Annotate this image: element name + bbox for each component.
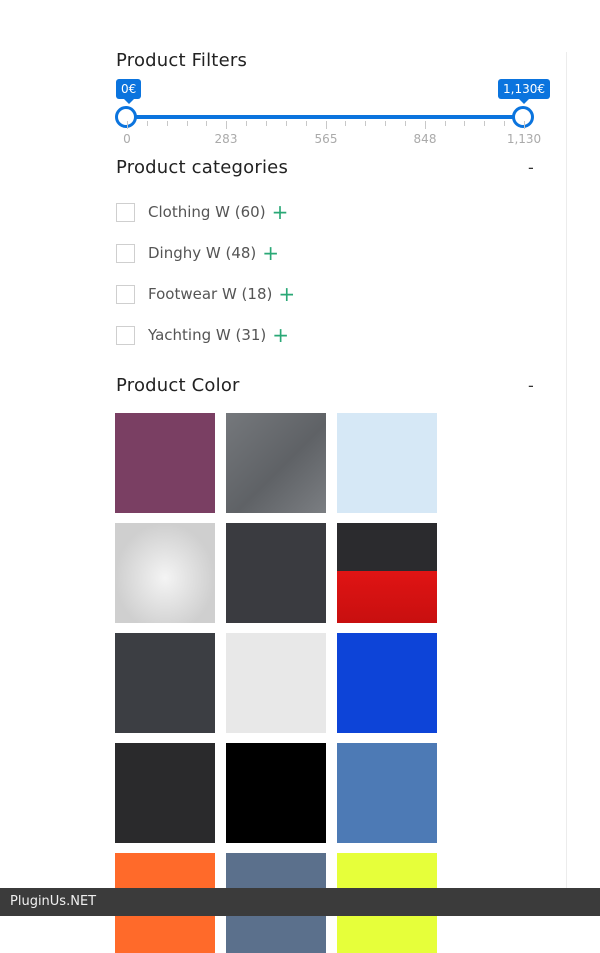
color-swatch[interactable] bbox=[115, 523, 215, 623]
price-tick-label: 1,130 bbox=[506, 132, 542, 146]
color-swatch[interactable] bbox=[226, 633, 326, 733]
color-swatch[interactable] bbox=[115, 413, 215, 513]
slider-tick bbox=[305, 121, 307, 126]
slider-tick bbox=[424, 121, 426, 129]
category-label[interactable]: Footwear W (18) bbox=[148, 285, 272, 303]
category-checkbox[interactable] bbox=[116, 202, 135, 222]
colors-collapse-toggle[interactable]: - bbox=[528, 376, 534, 395]
categories-collapse-toggle[interactable]: - bbox=[528, 158, 534, 177]
price-tick-label: 848 bbox=[413, 132, 437, 146]
color-swatch[interactable] bbox=[337, 413, 437, 513]
category-label[interactable]: Yachting W (31) bbox=[148, 326, 266, 344]
color-swatch[interactable] bbox=[337, 633, 437, 733]
plus-icon[interactable]: + bbox=[272, 325, 289, 345]
color-swatch[interactable] bbox=[226, 523, 326, 623]
category-label[interactable]: Clothing W (60) bbox=[148, 203, 266, 221]
color-swatch[interactable] bbox=[115, 633, 215, 733]
category-label[interactable]: Dinghy W (48) bbox=[148, 244, 256, 262]
slider-tick bbox=[325, 121, 327, 129]
slider-tick bbox=[206, 121, 208, 126]
colors-title: Product Color bbox=[116, 375, 240, 396]
category-checkbox[interactable] bbox=[116, 325, 135, 345]
slider-tick bbox=[127, 121, 128, 129]
slider-tick bbox=[444, 121, 446, 126]
slider-tick bbox=[504, 121, 506, 126]
slider-tick bbox=[385, 121, 387, 126]
slider-tick bbox=[265, 121, 267, 126]
categories-title: Product categories bbox=[116, 157, 289, 178]
plus-icon[interactable]: + bbox=[262, 243, 279, 263]
price-min-tooltip: 0€ bbox=[116, 79, 142, 104]
slider-tick bbox=[345, 121, 347, 126]
color-swatch[interactable] bbox=[115, 743, 215, 843]
category-item: Yachting W (31) + bbox=[116, 324, 289, 346]
slider-tick bbox=[484, 121, 486, 126]
slider-tick bbox=[166, 121, 168, 126]
category-item: Footwear W (18) + bbox=[116, 283, 295, 305]
footer-bar: PluginUs.NET bbox=[0, 888, 600, 916]
price-slider-track[interactable] bbox=[126, 115, 524, 119]
category-item: Clothing W (60) + bbox=[116, 201, 288, 223]
slider-tick bbox=[365, 121, 367, 126]
price-tick-label: 0 bbox=[123, 132, 131, 146]
category-checkbox[interactable] bbox=[116, 243, 135, 263]
color-swatch[interactable] bbox=[337, 743, 437, 843]
color-swatch[interactable] bbox=[226, 743, 326, 843]
plus-icon[interactable]: + bbox=[272, 202, 289, 222]
category-item: Dinghy W (48) + bbox=[116, 242, 279, 264]
price-tick-label: 283 bbox=[214, 132, 238, 146]
price-tick-label: 565 bbox=[314, 132, 338, 146]
price-max-tooltip: 1,130€ bbox=[498, 79, 550, 104]
price-max-handle[interactable] bbox=[512, 106, 534, 128]
color-swatch[interactable] bbox=[337, 523, 437, 623]
slider-tick bbox=[186, 121, 188, 126]
slider-tick bbox=[404, 121, 406, 126]
filters-title: Product Filters bbox=[116, 50, 248, 71]
sidebar-divider bbox=[566, 52, 567, 888]
plus-icon[interactable]: + bbox=[278, 284, 295, 304]
slider-tick bbox=[146, 121, 148, 126]
category-checkbox[interactable] bbox=[116, 284, 135, 304]
slider-tick bbox=[524, 121, 525, 129]
slider-tick bbox=[285, 121, 287, 126]
slider-tick bbox=[226, 121, 228, 129]
price-min-handle[interactable] bbox=[115, 106, 137, 128]
color-swatch[interactable] bbox=[226, 413, 326, 513]
slider-tick bbox=[246, 121, 248, 126]
slider-tick bbox=[464, 121, 466, 126]
